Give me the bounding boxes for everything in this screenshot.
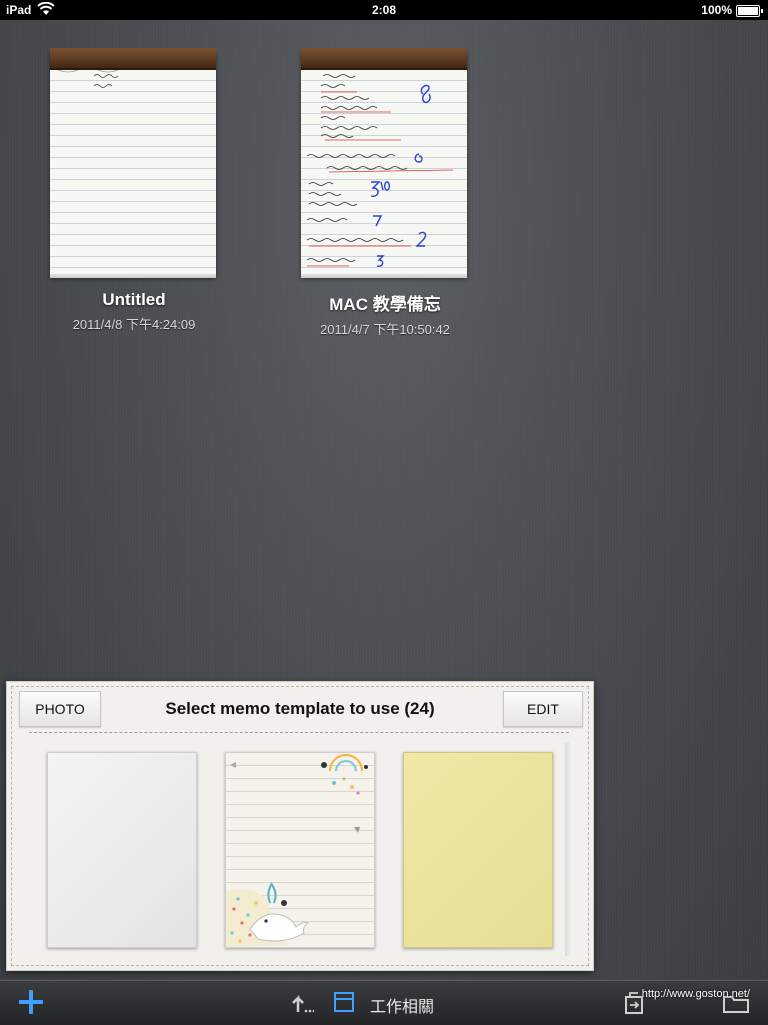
note-item-mac[interactable]: MAC 教學備忘 2011/4/7 下午10:50:42 (301, 48, 469, 338)
notepad-binding (301, 48, 467, 70)
note-item-untitled[interactable]: Untitled 2011/4/8 下午4:24:09 (50, 48, 218, 333)
layout-icon[interactable] (334, 992, 354, 1012)
note-date: 2011/4/8 下午4:24:09 (72, 317, 196, 332)
watermark-url: http://www.goston.net/ (641, 988, 750, 1000)
note-title: Untitled (102, 290, 166, 309)
battery-icon (736, 5, 763, 17)
note-preview-scribble (306, 74, 454, 268)
note-preview-scribble (57, 70, 119, 88)
clock: 2:08 (371, 3, 397, 17)
note-title: MAC 教學備忘 (329, 295, 441, 314)
status-bar: iPad 2:08 100% (0, 0, 768, 20)
notepad-binding (50, 48, 216, 70)
note-date: 2011/4/7 下午10:50:42 (320, 322, 450, 337)
note-thumbnail[interactable] (301, 48, 467, 274)
battery-percent: 100% (701, 3, 732, 17)
bottom-toolbar: 工作相關 http://www.goston.net/ (0, 980, 768, 1025)
plus-icon[interactable] (18, 989, 44, 1015)
current-folder-label[interactable]: 工作相關 (370, 993, 434, 1017)
popover-arrow (6, 681, 594, 970)
up-arrow-icon[interactable] (290, 992, 314, 1014)
note-thumbnail[interactable] (50, 48, 216, 274)
